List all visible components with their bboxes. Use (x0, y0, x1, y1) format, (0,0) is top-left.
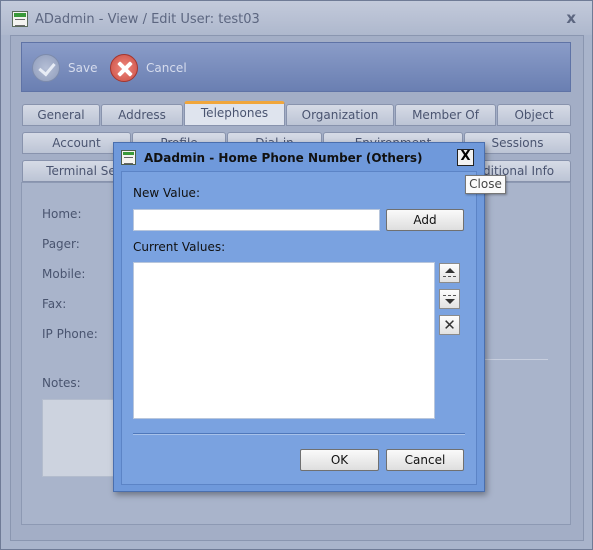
notes-label: Notes: (42, 376, 81, 390)
app-icon (12, 11, 28, 27)
current-values-list[interactable] (133, 262, 435, 419)
ok-button[interactable]: OK (300, 449, 379, 471)
new-value-label: New Value: (133, 186, 200, 200)
current-values-label: Current Values: (133, 240, 226, 254)
tab-telephones[interactable]: Telephones (184, 101, 285, 126)
tab-member-of[interactable]: Member Of (395, 104, 496, 126)
tab-general[interactable]: General (22, 104, 100, 126)
move-up-icon[interactable] (439, 263, 460, 283)
cancel-label: Cancel (146, 61, 187, 75)
checkmark-icon (32, 54, 60, 82)
save-label: Save (68, 61, 98, 75)
window-title: ADadmin - View / Edit User: test03 (35, 12, 260, 27)
notes-field[interactable] (42, 399, 114, 477)
dialog-separator (133, 433, 465, 435)
tab-address[interactable]: Address (101, 104, 183, 126)
fax-label: Fax: (42, 297, 67, 311)
dialog-app-icon (121, 150, 136, 165)
divider (480, 359, 548, 360)
delete-icon[interactable]: ✕ (439, 315, 460, 335)
pager-label: Pager: (42, 237, 80, 251)
ip-phone-label: IP Phone: (42, 327, 98, 341)
save-button[interactable]: Save (32, 53, 97, 83)
window-titlebar: ADadmin - View / Edit User: test03 x (1, 1, 592, 35)
cancel-button[interactable]: Cancel (110, 53, 187, 83)
mobile-label: Mobile: (42, 267, 86, 281)
new-value-input[interactable] (133, 209, 380, 231)
dialog-close-button[interactable]: X (457, 149, 474, 166)
toolbar: Save Cancel (21, 42, 571, 92)
tab-organization[interactable]: Organization (286, 104, 394, 126)
close-tooltip: Close (465, 175, 506, 194)
add-button[interactable]: Add (386, 209, 464, 231)
dialog-titlebar: ADadmin - Home Phone Number (Others) X (114, 143, 484, 171)
move-down-icon[interactable] (439, 289, 460, 309)
dialog-title: ADadmin - Home Phone Number (Others) (144, 151, 423, 165)
window-close-button[interactable]: x (566, 9, 576, 27)
tab-object[interactable]: Object (497, 104, 571, 126)
cancel-icon (110, 54, 138, 82)
dialog-cancel-button[interactable]: Cancel (386, 449, 464, 471)
home-label: Home: (42, 207, 82, 221)
